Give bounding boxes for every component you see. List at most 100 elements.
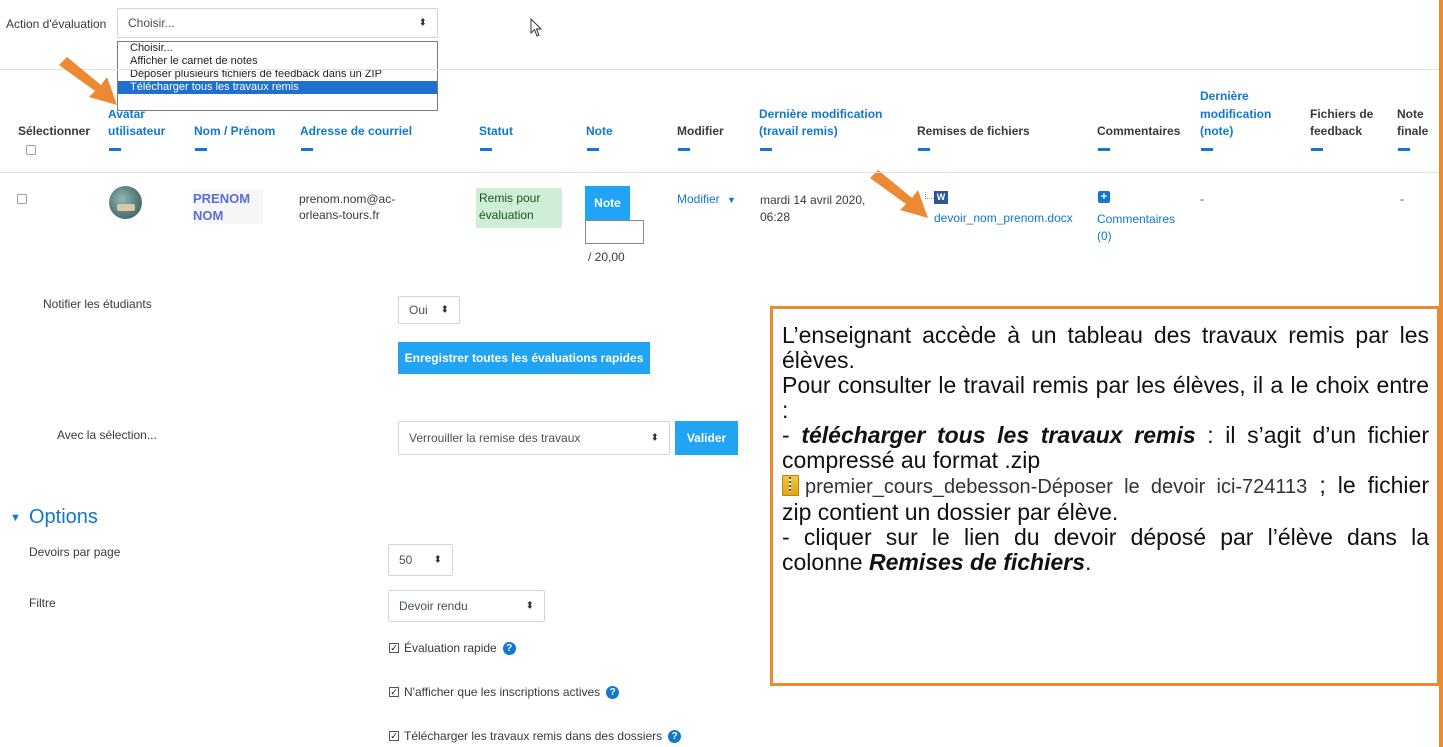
header-feedback-1: Fichiers de (1310, 107, 1374, 121)
notify-select[interactable]: Oui ⬍ (398, 296, 460, 324)
help-icon[interactable]: ? (606, 685, 620, 699)
annotation-line-1: L’enseignant accède à un tableau des tra… (782, 322, 1429, 373)
add-comment-icon[interactable]: + (1098, 191, 1110, 203)
arrow-pointer-icon (59, 57, 117, 105)
action-dropdown-list[interactable]: Choisir... Afficher le carnet de notes D… (117, 41, 438, 111)
sort-dash-icon[interactable] (1098, 148, 1110, 151)
header-gradmod-2[interactable]: modification (1200, 107, 1271, 122)
header-final-2: finale (1397, 124, 1429, 138)
download-folders-option[interactable]: ✓ Télécharger les travaux remis dans des… (389, 729, 682, 743)
sort-dash-icon[interactable] (587, 148, 599, 151)
header-avatar-top[interactable]: Avatar (108, 110, 145, 122)
grade-max: / 20,00 (588, 250, 625, 264)
annotation-zip-filename: premier_cours_debesson-Déposer le devoir… (805, 476, 1308, 498)
sort-dash-icon[interactable] (195, 148, 207, 151)
student-name-link[interactable]: PRENOM NOM (193, 190, 250, 224)
quick-grading-option[interactable]: ✓ Évaluation rapide ? (389, 641, 516, 655)
per-page-select-value: 50 (399, 553, 413, 567)
select-all-checkbox[interactable] (26, 145, 36, 155)
sort-dash-icon[interactable] (109, 148, 121, 151)
header-status[interactable]: Statut (479, 124, 513, 139)
header-gradmod-3[interactable]: (note) (1200, 124, 1233, 139)
annotation-dash: - (782, 422, 802, 448)
active-only-option[interactable]: ✓ N'afficher que les inscriptions active… (389, 685, 620, 699)
header-lastmod-1[interactable]: Dernière modification (759, 107, 882, 122)
date-line-2: 06:28 (760, 210, 791, 224)
dropdown-option-selected[interactable]: Télécharger tous les travaux remis (118, 81, 437, 94)
header-avatar[interactable]: utilisateur (108, 124, 165, 139)
checked-checkbox-icon[interactable]: ✓ (389, 687, 399, 697)
save-all-grades-button[interactable]: Enregistrer toutes les évaluations rapid… (398, 342, 650, 374)
header-final-1: Note (1397, 107, 1424, 121)
annotation-line-4: - cliquer sur le lien du devoir déposé p… (782, 525, 1429, 575)
student-email: prenom.nom@ac- orleans-tours.fr (299, 191, 395, 223)
submission-date: mardi 14 avril 2020, 06:28 (760, 192, 865, 226)
divider (0, 69, 1439, 70)
validate-button[interactable]: Valider (675, 421, 738, 455)
sort-caret-icon: ⬍ (525, 600, 534, 612)
header-comments: Commentaires (1097, 124, 1181, 138)
header-grade[interactable]: Note (586, 124, 613, 139)
tree-connector (925, 192, 934, 199)
status-line-1: Remis pour (479, 191, 541, 205)
annotation-period: . (1085, 549, 1092, 575)
caret-down-icon: ▼ (727, 195, 736, 205)
filter-select[interactable]: Devoir rendu ⬍ (388, 590, 545, 622)
sort-dash-icon[interactable] (1311, 148, 1323, 151)
sort-dash-icon[interactable] (1201, 148, 1213, 151)
annotation-callout: L’enseignant accède à un tableau des tra… (770, 306, 1440, 686)
header-gradmod-1[interactable]: Dernière (1200, 89, 1249, 104)
options-title[interactable]: Options (29, 506, 98, 529)
checked-checkbox-icon[interactable]: ✓ (389, 731, 399, 741)
header-name[interactable]: Nom / Prénom (194, 124, 275, 139)
comments-link-label[interactable]: Commentaires (1097, 211, 1175, 228)
grade-input[interactable] (585, 220, 644, 244)
word-file-icon[interactable]: W (934, 191, 948, 204)
quick-grading-label: Évaluation rapide (404, 641, 497, 655)
header-email[interactable]: Adresse de courriel (300, 124, 412, 139)
row-select-checkbox[interactable] (17, 194, 27, 204)
sort-dash-icon[interactable] (678, 148, 690, 151)
mouse-cursor-icon (530, 18, 543, 37)
submitted-file-link[interactable]: devoir_nom_prenom.docx (934, 211, 1073, 225)
help-icon[interactable]: ? (502, 641, 516, 655)
grade-modified: - (1200, 192, 1204, 206)
help-icon[interactable]: ? (668, 729, 682, 743)
sort-dash-icon[interactable] (301, 148, 313, 151)
checked-checkbox-icon[interactable]: ✓ (389, 643, 399, 653)
status-line-2: évaluation (479, 208, 534, 222)
per-page-label: Devoirs par page (29, 545, 121, 559)
status-badge: Remis pour évaluation (476, 188, 562, 228)
per-page-select[interactable]: 50 ⬍ (388, 544, 453, 576)
sort-dash-icon[interactable] (1398, 148, 1410, 151)
sort-dash-icon[interactable] (918, 148, 930, 151)
header-files: Remises de fichiers (917, 124, 1030, 138)
comments-count[interactable]: (0) (1097, 228, 1175, 245)
comments-link[interactable]: Commentaires (0) (1097, 211, 1175, 245)
collapse-toggle-icon[interactable]: ▼ (10, 512, 21, 524)
notify-select-value: Oui (409, 303, 428, 317)
bulk-action-select-value: Verrouiller la remise des travaux (409, 431, 581, 445)
header-select: Sélectionner (18, 124, 91, 138)
sort-dash-icon[interactable] (760, 148, 772, 151)
grade-button[interactable]: Note (585, 186, 630, 220)
avatar[interactable] (109, 186, 142, 219)
dropdown-option[interactable]: Choisir... (118, 42, 437, 55)
filter-select-value: Devoir rendu (399, 599, 468, 613)
edit-menu-label[interactable]: Modifier (677, 192, 720, 206)
bulk-action-select[interactable]: Verrouiller la remise des travaux ⬍ (398, 421, 670, 455)
filter-label: Filtre (29, 596, 56, 610)
download-folders-label: Télécharger les travaux remis dans des d… (404, 729, 663, 743)
with-selection-label: Avec la sélection... (57, 428, 157, 442)
action-select-value: Choisir... (128, 16, 175, 30)
action-select[interactable]: Choisir... ⬍ (117, 8, 438, 38)
student-firstname[interactable]: PRENOM (193, 190, 250, 207)
sort-dash-icon[interactable] (480, 148, 492, 151)
date-line-1: mardi 14 avril 2020, (760, 193, 866, 207)
header-lastmod-2[interactable]: (travail remis) (759, 124, 838, 139)
dropdown-option[interactable]: Afficher le carnet de notes (118, 55, 437, 68)
student-lastname[interactable]: NOM (193, 207, 250, 224)
final-grade: - (1400, 192, 1404, 206)
sort-caret-icon: ⬍ (433, 554, 442, 566)
edit-menu[interactable]: Modifier ▼ (677, 192, 736, 206)
